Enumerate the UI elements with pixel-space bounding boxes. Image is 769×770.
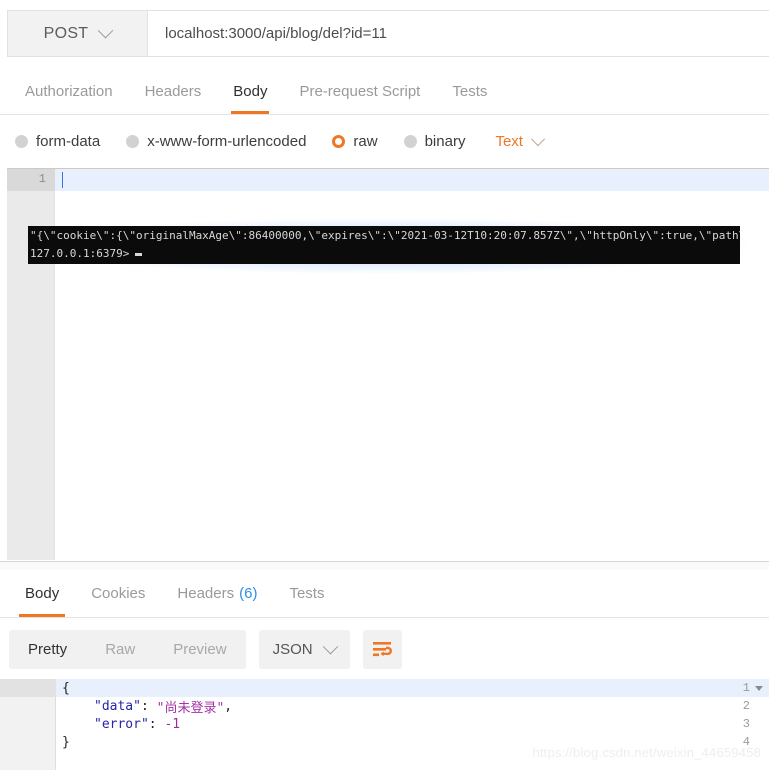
word-wrap-icon: [372, 641, 392, 656]
radio-selected-icon: [332, 135, 346, 148]
fold-triangle-icon[interactable]: [755, 685, 763, 691]
response-tab-body[interactable]: Body: [9, 570, 75, 617]
url-input[interactable]: localhost:3000/api/blog/del?id=11: [148, 11, 769, 56]
request-tab-label: Headers: [144, 82, 202, 100]
radio-unselected-icon: [403, 135, 417, 148]
response-code-line: }: [62, 733, 70, 751]
code-token: "error": [94, 716, 149, 732]
response-line-number: 1: [742, 681, 750, 695]
view-mode-pretty[interactable]: Pretty: [9, 630, 86, 669]
response-code-line: "data": "尚未登录",: [62, 697, 233, 716]
response-tab-label: Tests: [289, 585, 325, 602]
terminal-cursor: [135, 253, 143, 256]
response-tabs: Body Cookies Headers (6) Tests: [0, 570, 769, 618]
raw-format-label: Text: [495, 133, 523, 150]
chevron-down-icon: [98, 22, 114, 39]
terminal-output-line: "{\"cookie\":{\"originalMaxAge\":8640000…: [30, 229, 740, 242]
editor-active-line: [7, 169, 769, 191]
watermark: https://blog.csdn.net/weixin_44659458: [532, 745, 761, 760]
word-wrap-button[interactable]: [362, 629, 402, 669]
body-type-label: x-www-form-urlencoded: [147, 133, 307, 150]
request-tab-pre-request-script[interactable]: Pre-request Script: [283, 68, 436, 114]
response-format-select[interactable]: JSON: [258, 629, 350, 669]
code-token: {: [62, 680, 70, 696]
body-type-radio-form-data[interactable]: form-data: [15, 133, 100, 150]
request-tab-label: Tests: [452, 82, 488, 100]
request-tab-body[interactable]: Body: [217, 68, 283, 114]
view-mode-raw[interactable]: Raw: [86, 630, 154, 669]
url-value: localhost:3000/api/blog/del?id=11: [165, 25, 387, 42]
body-type-radio-x-www-form-urlencoded[interactable]: x-www-form-urlencoded: [126, 133, 306, 150]
response-line-number: 2: [742, 699, 750, 713]
response-tab-count: (6): [239, 585, 258, 602]
response-line-number-row: 3: [713, 715, 763, 733]
editor-line-number: 1: [38, 172, 46, 186]
response-line-number-row: 1: [713, 679, 763, 697]
postman-window: POST localhost:3000/api/blog/del?id=11 A…: [0, 0, 769, 770]
response-tab-cookies[interactable]: Cookies: [75, 570, 161, 617]
terminal-prompt-line: 127.0.0.1:6379>: [30, 245, 740, 263]
response-line-number-row: 2: [713, 697, 763, 715]
code-token: }: [62, 734, 70, 750]
radio-unselected-icon: [126, 135, 140, 148]
response-gutter-active-line: [0, 679, 56, 697]
raw-format-select[interactable]: Text: [495, 131, 546, 150]
editor-caret: [62, 172, 63, 188]
body-type-radio-binary[interactable]: binary: [403, 133, 466, 150]
response-tab-label: Cookies: [91, 585, 146, 602]
code-token: -1: [164, 716, 181, 732]
body-type-label: form-data: [36, 133, 101, 150]
http-method-label: POST: [43, 24, 89, 42]
request-tab-tests[interactable]: Tests: [436, 68, 503, 114]
redis-cli-terminal-overlay: "{\"cookie\":{\"originalMaxAge\":8640000…: [28, 226, 740, 264]
response-active-line: [0, 679, 769, 697]
chevron-down-icon: [530, 131, 546, 146]
body-type-radio-raw[interactable]: raw: [332, 133, 378, 150]
response-tab-label: Headers: [177, 585, 235, 602]
request-tab-headers[interactable]: Headers: [129, 68, 218, 114]
response-code-line: "error": -1: [62, 715, 180, 733]
response-toolbar: Pretty Raw Preview JSON: [0, 619, 769, 679]
code-token: "data": [94, 698, 141, 714]
code-token: ,: [224, 698, 233, 714]
response-line-number: 3: [742, 717, 750, 731]
request-tab-label: Authorization: [25, 82, 113, 100]
code-token: :: [140, 698, 157, 714]
request-tabs: Authorization Headers Body Pre-request Scri…: [0, 68, 769, 115]
pane-splitter[interactable]: [0, 561, 769, 570]
chevron-down-icon: [322, 638, 338, 654]
response-tab-label: Body: [25, 585, 60, 602]
body-type-row: form-data x-www-form-urlencoded raw binary …: [0, 116, 769, 167]
response-code-line: {: [62, 679, 70, 697]
request-tab-label: Body: [233, 82, 268, 100]
body-type-label: raw: [353, 133, 378, 150]
url-bar: POST localhost:3000/api/blog/del?id=11: [7, 10, 769, 57]
radio-unselected-icon: [15, 135, 28, 148]
response-view-mode-group: Pretty Raw Preview: [9, 629, 246, 669]
response-tab-headers[interactable]: Headers (6): [161, 570, 273, 617]
body-type-label: binary: [424, 133, 466, 150]
code-token: "尚未登录": [156, 700, 225, 716]
view-mode-preview[interactable]: Preview: [154, 630, 245, 669]
response-format-label: JSON: [272, 640, 313, 658]
editor-gutter-active-line: [7, 169, 55, 191]
request-tab-authorization[interactable]: Authorization: [9, 68, 129, 114]
request-tab-label: Pre-request Script: [299, 82, 421, 100]
code-token: :: [148, 716, 165, 732]
response-gutter: [0, 679, 56, 770]
http-method-select[interactable]: POST: [8, 11, 148, 56]
terminal-prompt-text: 127.0.0.1:6379>: [30, 247, 130, 260]
response-tab-tests[interactable]: Tests: [273, 570, 340, 617]
